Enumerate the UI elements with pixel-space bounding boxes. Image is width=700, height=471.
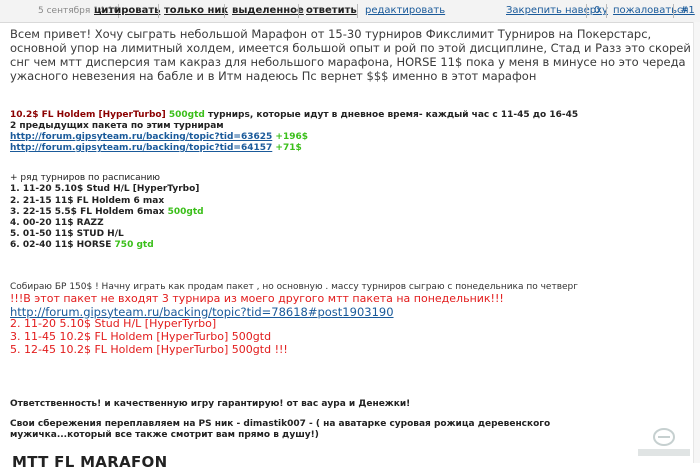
tourney-line: 10.2$ FL Holdem [HyperTurbo] 500gtd турн…	[10, 110, 578, 121]
warning-item: 5. 12-45 10.2$ FL Holdem [HyperTurbo] 50…	[10, 343, 288, 356]
toolbar-separator	[224, 4, 225, 18]
schedule-item: 4. 00-20 11$ RAZZ	[10, 218, 104, 228]
schedule-item: 1. 11-20 5.10$ Stud H/L [HyperTyrbo]	[10, 184, 200, 194]
schedule-title: + ряд турниров по расписанию	[10, 173, 160, 183]
toolbar-separator	[298, 4, 299, 18]
pack-result-1: +196$	[275, 132, 309, 142]
pack-link-1[interactable]: http://forum.gipsyteam.ru/backing/topic?…	[10, 132, 272, 142]
scrollbar[interactable]	[693, 22, 700, 463]
warning-item: 2. 11-20 5.10$ Stud H/L [HyperTyrbo]	[10, 317, 217, 330]
quote-selected-button[interactable]: выделенное	[232, 5, 304, 16]
pack-link-row: http://forum.gipsyteam.ru/backing/topic?…	[10, 143, 302, 154]
tourney-gtd: 500gtd	[168, 110, 205, 120]
toolbar-separator	[586, 4, 587, 18]
quote-button[interactable]: цитировать	[94, 5, 160, 16]
pack-link-2[interactable]: http://forum.gipsyteam.ru/backing/topic?…	[10, 143, 272, 153]
schedule-item: 5. 01-50 11$ STUD H/L	[10, 229, 124, 239]
guarantee-text: Ответственность! и качественную игру гар…	[10, 399, 411, 409]
tourney-desc: турнирs, которые идут в дневное время- к…	[207, 110, 579, 120]
tourney-name: 10.2$ FL Holdem [HyperTurbo]	[10, 110, 166, 120]
edit-button[interactable]: редактировать	[365, 5, 445, 16]
reply-button[interactable]: ответить	[306, 5, 357, 16]
packs-label: 2 предыдущих пакета по этим турнирам	[10, 121, 224, 131]
post-toolbar: 5 сентября 14:10 цитировать только ник в…	[0, 0, 700, 23]
toolbar-separator	[673, 4, 674, 18]
post-number-link[interactable]: #1	[680, 5, 695, 16]
intro-text: Всем привет! Хочу сыграть небольшой Мара…	[10, 27, 691, 83]
pack-link-row: http://forum.gipsyteam.ru/backing/topic?…	[10, 132, 308, 143]
only-nick-button[interactable]: только ник	[164, 5, 228, 16]
counter-link[interactable]: 0	[594, 5, 600, 16]
pin-to-top-button[interactable]: Закрепить наверху	[506, 5, 608, 16]
warning-text: !!!В этот пакет не входят 3 турнира из м…	[10, 292, 504, 305]
toolbar-separator	[158, 4, 159, 18]
schedule-item: 3. 22-15 5.5$ FL Holdem 6max 500gtd	[10, 207, 204, 217]
marathon-heading: MTT FL MARAFON	[12, 453, 168, 471]
toolbar-separator	[606, 4, 607, 18]
complain-button[interactable]: пожаловаться	[613, 5, 689, 16]
screenshot-watermark-icon	[638, 428, 690, 456]
schedule-item: 6. 02-40 11$ HORSE 750 gtd	[10, 240, 154, 250]
warning-item: 3. 11-45 10.2$ FL Holdem [HyperTurbo] 50…	[10, 330, 272, 343]
warning-block: !!!В этот пакет не входят 3 турнира из м…	[10, 292, 690, 319]
post-intro: Всем привет! Хочу сыграть небольшой Мара…	[10, 27, 695, 83]
toolbar-separator	[357, 4, 358, 18]
transfer-text: Свои сбережения переплавляем на PS ник -…	[10, 419, 551, 440]
pack-result-2: +71$	[275, 143, 302, 153]
schedule-item: 2. 21-15 11$ FL Holdem 6 max	[10, 196, 165, 206]
